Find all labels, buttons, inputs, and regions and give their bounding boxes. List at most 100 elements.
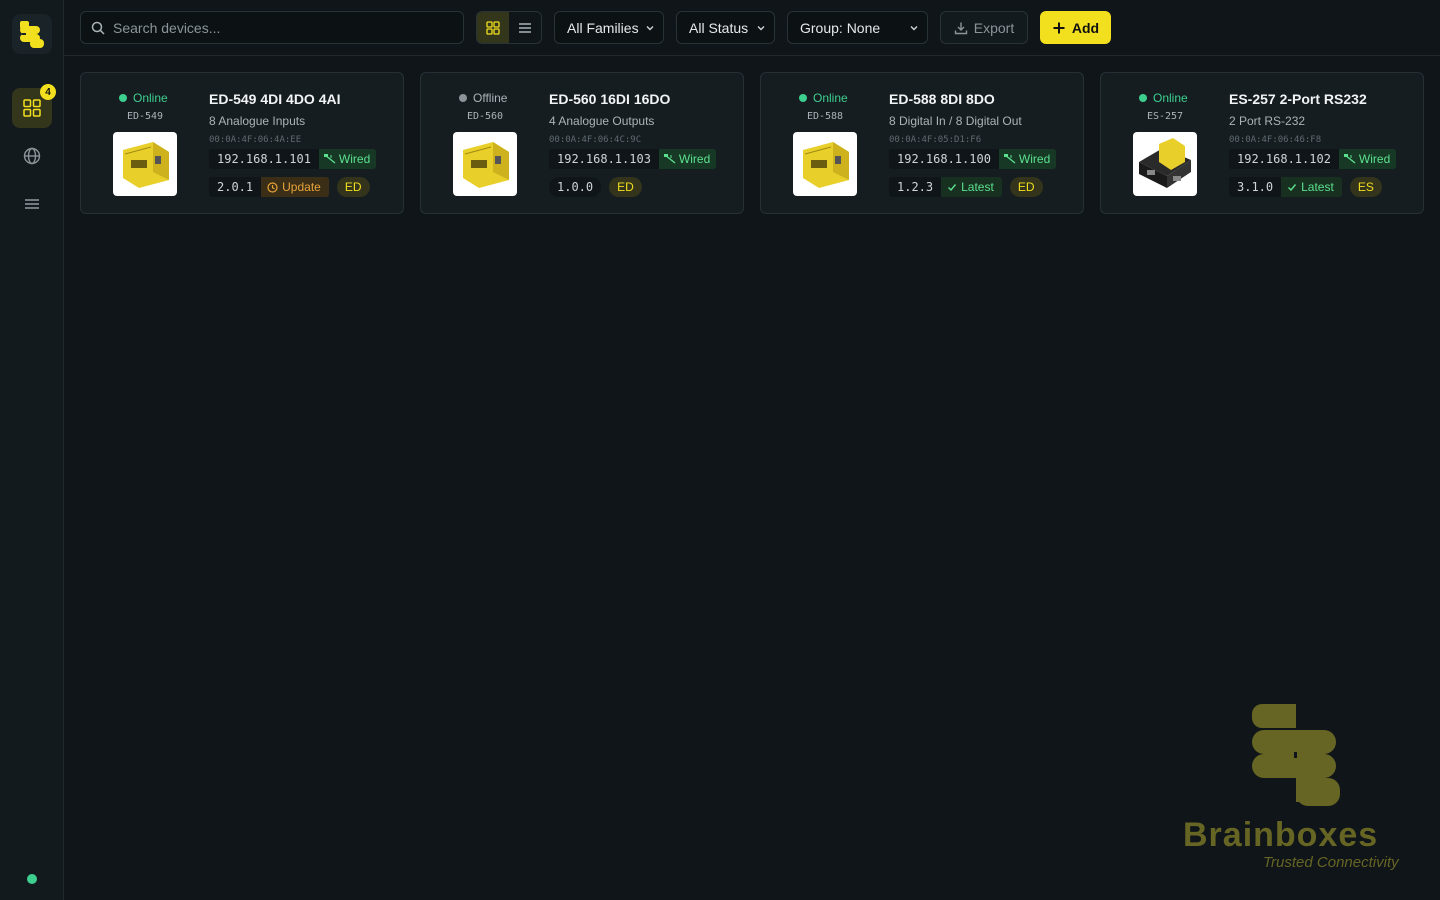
device-name: ED-560 16DI 16DO xyxy=(549,91,671,107)
download-icon xyxy=(954,22,967,34)
export-label: Export xyxy=(973,19,1015,36)
device-image xyxy=(113,132,177,196)
latest-label: Latest xyxy=(961,180,994,194)
device-code: ED-549 xyxy=(126,111,164,122)
device-image xyxy=(453,132,517,196)
io-module-icon xyxy=(123,142,169,188)
device-card[interactable]: Online ES-257 ES-257 2-Port RS232 2 Port… xyxy=(1100,72,1424,214)
grid-view-button[interactable] xyxy=(477,12,509,43)
status-filter-value: All Status xyxy=(689,19,749,36)
family-badge: ED xyxy=(1009,177,1043,197)
device-code: ED-588 xyxy=(806,111,844,122)
brainboxes-logo[interactable] xyxy=(12,14,52,54)
sidebar-item-menu[interactable] xyxy=(12,184,52,224)
connection-status-dot xyxy=(27,874,37,884)
device-ip[interactable]: 192.168.1.102 xyxy=(1229,149,1339,169)
group-filter-select[interactable]: Group: None xyxy=(787,11,928,44)
sidebar-item-devices[interactable]: 4 xyxy=(12,84,56,128)
group-filter-value: Group: None xyxy=(800,19,881,36)
ethernet-plug-icon xyxy=(663,154,676,164)
firmware-latest-badge: Latest xyxy=(941,177,1002,197)
list-view-icon xyxy=(519,22,531,33)
status-label: Online xyxy=(1153,91,1188,105)
device-description: 2 Port RS-232 xyxy=(1229,114,1306,128)
export-button[interactable]: Export xyxy=(940,11,1028,44)
add-device-button[interactable]: Add xyxy=(1040,11,1111,44)
status-dot xyxy=(459,94,467,102)
version-row: 2.0.1 Update ED xyxy=(209,177,370,197)
ethernet-plug-icon xyxy=(323,154,336,164)
ip-row: 192.168.1.101 Wired xyxy=(209,149,377,169)
latest-label: Latest xyxy=(1301,180,1334,194)
family-badge: ED xyxy=(609,177,642,197)
status-filter-select[interactable]: All Status xyxy=(676,11,775,44)
device-card[interactable]: Offline ED-560 ED-560 16DI 16DO 4 Analog… xyxy=(420,72,744,214)
device-mac: 00:0A:4F:06:4C:9C xyxy=(549,135,642,145)
device-description: 4 Analogue Outputs xyxy=(549,114,655,128)
connection-badge: Wired xyxy=(318,149,377,169)
connection-badge: Wired xyxy=(998,149,1057,169)
device-ip[interactable]: 192.168.1.101 xyxy=(209,149,319,169)
plus-icon xyxy=(1053,22,1065,33)
ip-row: 192.168.1.103 Wired xyxy=(549,149,717,169)
grid-view-icon xyxy=(486,20,500,35)
search-icon xyxy=(91,21,105,35)
device-mac: 00:0A:4F:06:4A:EE xyxy=(209,135,302,145)
family-filter-select[interactable]: All Families xyxy=(554,11,664,44)
firmware-version: 2.0.1 xyxy=(209,177,262,197)
device-status: Online xyxy=(1139,91,1188,105)
search-box[interactable] xyxy=(80,11,464,44)
connection-label: Wired xyxy=(678,152,711,166)
ip-row: 192.168.1.100 Wired xyxy=(889,149,1057,169)
connection-badge: Wired xyxy=(1338,149,1397,169)
family-badge: ES xyxy=(1349,177,1382,197)
ip-row: 192.168.1.102 Wired xyxy=(1229,149,1397,169)
brainboxes-mark-icon xyxy=(1252,704,1340,806)
device-mac: 00:0A:4F:05:D1:F6 xyxy=(889,135,982,145)
io-module-icon xyxy=(803,142,849,188)
version-row: 1.0.0 ED xyxy=(549,177,642,197)
toolbar: All Families All Status Group: None Expo… xyxy=(64,0,1440,56)
device-code: ES-257 xyxy=(1146,111,1184,122)
sidebar-item-network[interactable] xyxy=(12,136,52,176)
check-icon xyxy=(948,184,957,192)
device-ip[interactable]: 192.168.1.103 xyxy=(549,149,659,169)
connection-label: Wired xyxy=(338,152,371,166)
menu-icon xyxy=(25,199,39,209)
chevron-down-icon xyxy=(910,26,918,31)
view-toggle xyxy=(476,11,542,44)
connection-badge: Wired xyxy=(658,149,717,169)
devices-count-badge: 4 xyxy=(40,84,56,100)
device-name: ES-257 2-Port RS232 xyxy=(1229,91,1367,107)
list-view-button[interactable] xyxy=(509,12,541,43)
check-icon xyxy=(1288,184,1297,192)
device-code: ED-560 xyxy=(466,111,504,122)
connection-label: Wired xyxy=(1018,152,1051,166)
firmware-version: 1.0.0 xyxy=(549,177,602,197)
ethernet-plug-icon xyxy=(1343,154,1356,164)
device-card[interactable]: Online ED-588 ED-588 8DI 8DO 8 Digital I… xyxy=(760,72,1084,214)
version-row: 3.1.0 Latest ES xyxy=(1229,177,1382,197)
connection-label: Wired xyxy=(1358,152,1391,166)
firmware-latest-badge: Latest xyxy=(1281,177,1342,197)
sidebar: 4 xyxy=(0,0,64,900)
search-input[interactable] xyxy=(113,19,453,36)
version-row: 1.2.3 Latest ED xyxy=(889,177,1043,197)
device-card[interactable]: Online ED-549 ED-549 4DI 4DO 4AI 8 Analo… xyxy=(80,72,404,214)
brainboxes-logo-icon xyxy=(20,21,44,48)
firmware-update-badge[interactable]: Update xyxy=(261,177,329,197)
add-label: Add xyxy=(1071,19,1100,36)
device-image xyxy=(793,132,857,196)
firmware-version: 1.2.3 xyxy=(889,177,942,197)
serial-server-icon xyxy=(1139,138,1191,188)
device-name: ED-588 8DI 8DO xyxy=(889,91,995,107)
firmware-version: 3.1.0 xyxy=(1229,177,1282,197)
status-dot xyxy=(799,94,807,102)
device-mac: 00:0A:4F:06:46:F8 xyxy=(1229,135,1322,145)
status-label: Online xyxy=(813,91,848,105)
device-status: Online xyxy=(119,91,168,105)
device-name: ED-549 4DI 4DO 4AI xyxy=(209,91,341,107)
grid-icon xyxy=(23,99,41,117)
device-ip[interactable]: 192.168.1.100 xyxy=(889,149,999,169)
device-image xyxy=(1133,132,1197,196)
